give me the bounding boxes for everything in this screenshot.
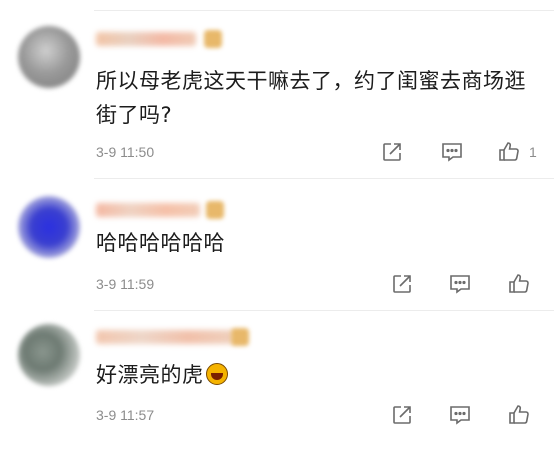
comment-time: 3-9 11:50 (96, 144, 155, 160)
divider (94, 310, 554, 311)
comment-time: 3-9 11:57 (96, 407, 155, 423)
thumbs-up-icon (509, 274, 529, 293)
laughing-emoji-icon (205, 363, 228, 385)
forward-icon (393, 406, 411, 424)
user-badge (206, 201, 224, 219)
comment-text-body: 好漂亮的虎 (96, 363, 204, 387)
avatar[interactable] (18, 196, 80, 258)
comment-time: 3-9 11:59 (96, 276, 155, 292)
forward-button[interactable] (390, 272, 414, 296)
comment-text: 所以母老虎这天干嘛去了，约了闺蜜去商场逛街了吗? (96, 69, 526, 127)
comment-text: 好漂亮的虎 (96, 358, 536, 392)
forward-icon (383, 143, 401, 161)
username-blurred[interactable] (96, 32, 196, 46)
comment-button[interactable] (448, 272, 472, 296)
username-blurred[interactable] (96, 330, 234, 344)
comment-button[interactable] (448, 403, 472, 427)
thumbs-up-icon (509, 405, 529, 424)
forward-button[interactable] (380, 140, 404, 164)
user-badge (204, 30, 222, 48)
avatar[interactable] (18, 324, 80, 386)
comment-text: 哈哈哈哈哈哈 (96, 231, 225, 255)
like-button[interactable] (497, 140, 521, 164)
divider (94, 178, 554, 179)
like-button[interactable] (507, 403, 531, 427)
comment-icon (450, 406, 470, 425)
forward-button[interactable] (390, 403, 414, 427)
divider (94, 10, 554, 11)
comment-button[interactable] (440, 140, 464, 164)
avatar[interactable] (18, 26, 80, 88)
like-button[interactable] (507, 272, 531, 296)
forward-icon (393, 275, 411, 293)
username-blurred[interactable] (96, 203, 200, 217)
user-badge (231, 328, 249, 346)
like-count: 1 (529, 144, 537, 160)
comment-icon (442, 143, 462, 162)
thumbs-up-icon (499, 142, 519, 161)
comment-icon (450, 275, 470, 294)
